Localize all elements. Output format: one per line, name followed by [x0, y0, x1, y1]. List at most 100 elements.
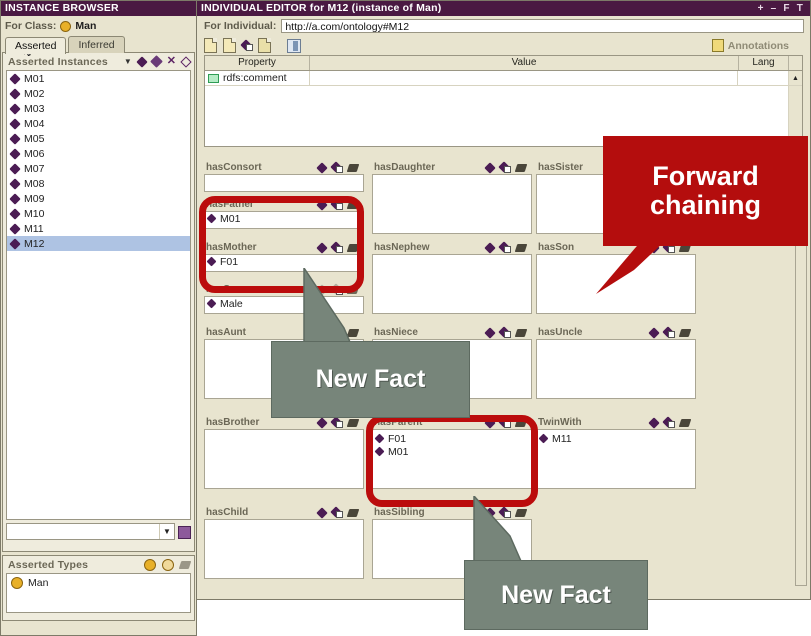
create-value-icon[interactable]: [330, 283, 343, 295]
tab-asserted[interactable]: Asserted: [5, 37, 67, 54]
add-value-icon[interactable]: [484, 506, 496, 519]
remove-value-icon[interactable]: [514, 328, 528, 337]
chevron-down-icon[interactable]: ▼: [124, 57, 132, 66]
property-value[interactable]: F01: [373, 432, 531, 445]
scrollbar-thumb[interactable]: [796, 162, 806, 164]
minimize-button[interactable]: –: [771, 1, 777, 16]
property-value[interactable]: M01: [205, 212, 363, 225]
remove-value-icon[interactable]: [346, 200, 360, 209]
chevron-down-icon[interactable]: ▼: [159, 524, 174, 539]
add-value-icon[interactable]: [316, 241, 328, 254]
property-value-box[interactable]: [536, 339, 696, 399]
remove-value-icon[interactable]: [514, 163, 528, 172]
create-value-icon[interactable]: [498, 161, 511, 173]
remove-value-icon[interactable]: [346, 243, 360, 252]
add-value-icon[interactable]: [316, 198, 328, 211]
list-item[interactable]: M01: [7, 71, 190, 86]
search-icon[interactable]: [178, 525, 191, 539]
delete-instance-icon[interactable]: ✕: [167, 56, 176, 67]
property-value-box[interactable]: [372, 174, 532, 234]
create-value-icon[interactable]: [498, 506, 511, 518]
remove-value-icon[interactable]: [678, 328, 692, 337]
duplicate-instance-icon[interactable]: [149, 55, 163, 68]
table-cell-lang[interactable]: [738, 71, 789, 85]
remove-value-icon[interactable]: [346, 285, 360, 294]
add-value-icon[interactable]: [316, 416, 328, 429]
maximize-button[interactable]: +: [758, 1, 764, 16]
table-vertical-scrollbar[interactable]: [788, 86, 802, 146]
copy-individual-icon[interactable]: [223, 38, 236, 53]
remove-value-icon[interactable]: [678, 418, 692, 427]
list-item[interactable]: M06: [7, 146, 190, 161]
property-value-box[interactable]: [372, 519, 532, 579]
property-value-box[interactable]: [536, 254, 696, 314]
add-value-icon[interactable]: [316, 506, 328, 519]
remove-value-icon[interactable]: [346, 418, 360, 427]
list-item[interactable]: Man: [7, 574, 190, 591]
create-value-icon[interactable]: [662, 326, 675, 338]
property-value-box[interactable]: [372, 339, 532, 399]
asserted-instances-list[interactable]: M01 M02 M03 M04 M05 M06 M07 M08 M09 M10 …: [6, 70, 191, 520]
view-instance-icon[interactable]: [180, 55, 192, 68]
remove-value-icon[interactable]: [678, 243, 692, 252]
list-item[interactable]: M02: [7, 86, 190, 101]
property-value[interactable]: M11: [537, 432, 695, 445]
create-value-icon[interactable]: [662, 161, 675, 173]
list-item[interactable]: M04: [7, 116, 190, 131]
list-item[interactable]: M07: [7, 161, 190, 176]
create-value-icon[interactable]: [498, 416, 511, 428]
property-value-box[interactable]: F01 M01: [372, 429, 532, 489]
property-value-box[interactable]: [204, 429, 364, 489]
property-value-box[interactable]: [204, 339, 364, 399]
new-individual-icon[interactable]: [204, 38, 217, 53]
list-item[interactable]: M10: [7, 206, 190, 221]
delete-property-icon[interactable]: [258, 38, 271, 53]
remove-value-icon[interactable]: [514, 243, 528, 252]
create-instance-icon[interactable]: [136, 55, 148, 68]
float-button[interactable]: F: [783, 1, 789, 16]
create-value-icon[interactable]: [498, 241, 511, 253]
asserted-types-list[interactable]: Man: [6, 573, 191, 613]
add-value-icon[interactable]: [648, 161, 660, 174]
property-value-box[interactable]: [372, 254, 532, 314]
add-value-icon[interactable]: [484, 161, 496, 174]
create-value-icon[interactable]: [330, 241, 343, 253]
create-value-icon[interactable]: [330, 416, 343, 428]
property-value-box[interactable]: M11: [536, 429, 696, 489]
add-value-icon[interactable]: [316, 283, 328, 296]
remove-value-icon[interactable]: [678, 163, 692, 172]
add-value-icon[interactable]: [484, 416, 496, 429]
remove-value-icon[interactable]: [514, 418, 528, 427]
list-item[interactable]: M11: [7, 221, 190, 236]
add-value-icon[interactable]: [648, 241, 660, 254]
property-value-box[interactable]: Male: [204, 296, 364, 314]
add-value-icon[interactable]: [648, 326, 660, 339]
property-value-box[interactable]: M01: [204, 211, 364, 229]
tab-inferred[interactable]: Inferred: [68, 36, 125, 53]
create-value-icon[interactable]: [330, 198, 343, 210]
scroll-up-icon[interactable]: ▲: [789, 71, 802, 85]
add-value-icon[interactable]: [316, 161, 328, 174]
property-value-box[interactable]: [204, 519, 364, 579]
add-value-icon[interactable]: [484, 326, 496, 339]
remove-value-icon[interactable]: [514, 508, 528, 517]
create-value-icon[interactable]: [330, 506, 343, 518]
table-cell-value[interactable]: [310, 71, 738, 85]
property-value[interactable]: F01: [205, 255, 363, 268]
add-value-icon[interactable]: [484, 241, 496, 254]
instance-filter-input[interactable]: ▼: [6, 523, 175, 540]
remove-value-icon[interactable]: [346, 163, 360, 172]
tab-button[interactable]: T: [797, 1, 803, 16]
create-value-icon[interactable]: [662, 241, 675, 253]
remove-type-icon[interactable]: [178, 560, 192, 569]
create-value-icon[interactable]: [330, 161, 343, 173]
property-value-box[interactable]: [204, 174, 364, 192]
list-item[interactable]: M09: [7, 191, 190, 206]
create-value-icon[interactable]: [498, 326, 511, 338]
create-value-icon[interactable]: [662, 416, 675, 428]
annotations-toggle[interactable]: Annotations: [711, 39, 803, 52]
edit-type-icon[interactable]: [162, 558, 174, 571]
property-value[interactable]: M01: [373, 445, 531, 458]
individual-uri-field[interactable]: http://a.com/ontology#M12: [281, 19, 804, 33]
list-item[interactable]: M05: [7, 131, 190, 146]
